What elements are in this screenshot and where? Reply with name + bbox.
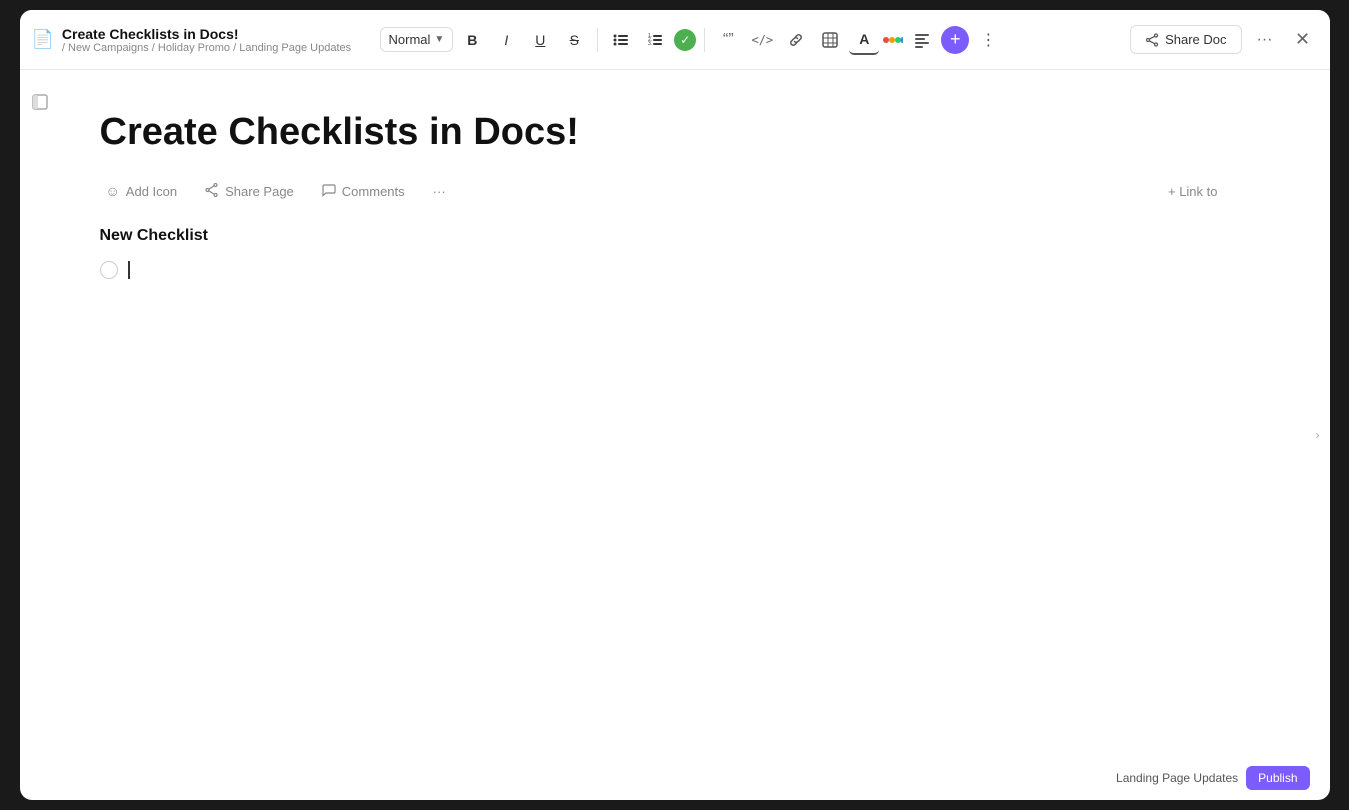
code-button[interactable]: </> [747, 25, 777, 55]
ellipsis-doc-icon: ··· [433, 184, 446, 199]
doc-editor: Create Checklists in Docs! ☺ Add Icon [60, 70, 1306, 800]
add-content-button[interactable]: + [941, 26, 969, 54]
checklist-item [100, 257, 1226, 283]
modal-container: 📄 Create Checklists in Docs! / New Campa… [20, 10, 1330, 800]
more-menu-button[interactable]: ··· [1250, 25, 1280, 55]
toolbar-right: Share Doc ··· ✕ [1130, 25, 1317, 55]
chevron-down-icon: ▼ [434, 34, 444, 45]
close-icon: ✕ [1295, 29, 1310, 50]
checklist-area [100, 257, 1226, 283]
doc-heading: Create Checklists in Docs! [100, 110, 1226, 156]
more-options-button[interactable]: ⋮ [973, 25, 1003, 55]
underline-button[interactable]: U [525, 25, 555, 55]
divider-1 [597, 28, 598, 52]
toolbar: 📄 Create Checklists in Docs! / New Campa… [20, 10, 1330, 70]
doc-title: Create Checklists in Docs! [62, 26, 351, 42]
emoji-icon: ☺ [106, 183, 120, 199]
bottom-bar-label: Landing Page Updates [1116, 771, 1238, 785]
normal-format-label: Normal [389, 32, 431, 47]
sidebar-toggle-button[interactable] [28, 90, 52, 114]
checklist-checkbox[interactable] [100, 261, 118, 279]
ellipsis-icon: ··· [1257, 31, 1273, 49]
breadcrumb: / New Campaigns / Holiday Promo / Landin… [62, 42, 351, 54]
comments-button[interactable]: Comments [316, 180, 411, 203]
section-title: New Checklist [100, 227, 1226, 245]
text-cursor [128, 261, 130, 279]
comment-icon [322, 183, 336, 200]
add-icon-label: Add Icon [126, 184, 177, 199]
share-page-label: Share Page [225, 184, 294, 199]
toolbar-center: Normal ▼ B I U S 1. [380, 25, 1123, 55]
color-picker-button[interactable] [883, 33, 903, 47]
chevron-right-icon: › [1316, 428, 1320, 442]
toolbar-left: 📄 Create Checklists in Docs! / New Campa… [32, 26, 372, 54]
share-doc-label: Share Doc [1165, 32, 1226, 47]
bold-button[interactable]: B [457, 25, 487, 55]
link-to-label: + Link to [1168, 184, 1218, 199]
publish-button[interactable]: Publish [1246, 766, 1309, 790]
share-doc-button[interactable]: Share Doc [1130, 25, 1241, 54]
normal-format-select[interactable]: Normal ▼ [380, 27, 454, 52]
link-button[interactable] [781, 25, 811, 55]
check-icon: ✓ [680, 33, 690, 47]
right-panel-toggle: › [1306, 70, 1330, 800]
comments-label: Comments [342, 184, 405, 199]
numbered-list-button[interactable]: 1. 2. 3. [640, 25, 670, 55]
more-doc-actions-button[interactable]: ··· [427, 181, 452, 202]
table-button[interactable] [815, 25, 845, 55]
content-area: Create Checklists in Docs! ☺ Add Icon [20, 70, 1330, 800]
sidebar-toggle [20, 70, 60, 800]
doc-title-area: Create Checklists in Docs! / New Campaig… [62, 26, 351, 54]
doc-actions-bar: ☺ Add Icon Share Page [100, 180, 1226, 203]
italic-button[interactable]: I [491, 25, 521, 55]
bullet-list-button[interactable] [606, 25, 636, 55]
right-panel-button[interactable]: › [1308, 415, 1328, 455]
strikethrough-button[interactable]: S [559, 25, 589, 55]
bottom-bar: Landing Page Updates Publish [1116, 766, 1309, 790]
check-button[interactable]: ✓ [674, 29, 696, 51]
quote-button[interactable]: “” [713, 25, 743, 55]
link-to-button[interactable]: + Link to [1160, 181, 1226, 202]
divider-2 [704, 28, 705, 52]
plus-icon: + [950, 29, 961, 50]
share-icon [205, 183, 219, 200]
close-button[interactable]: ✕ [1288, 25, 1318, 55]
share-page-button[interactable]: Share Page [199, 180, 300, 203]
text-color-button[interactable]: A [849, 25, 879, 55]
svg-text:3.: 3. [648, 41, 652, 47]
doc-icon[interactable]: 📄 [32, 29, 54, 50]
add-icon-button[interactable]: ☺ Add Icon [100, 180, 184, 202]
align-button[interactable] [907, 25, 937, 55]
